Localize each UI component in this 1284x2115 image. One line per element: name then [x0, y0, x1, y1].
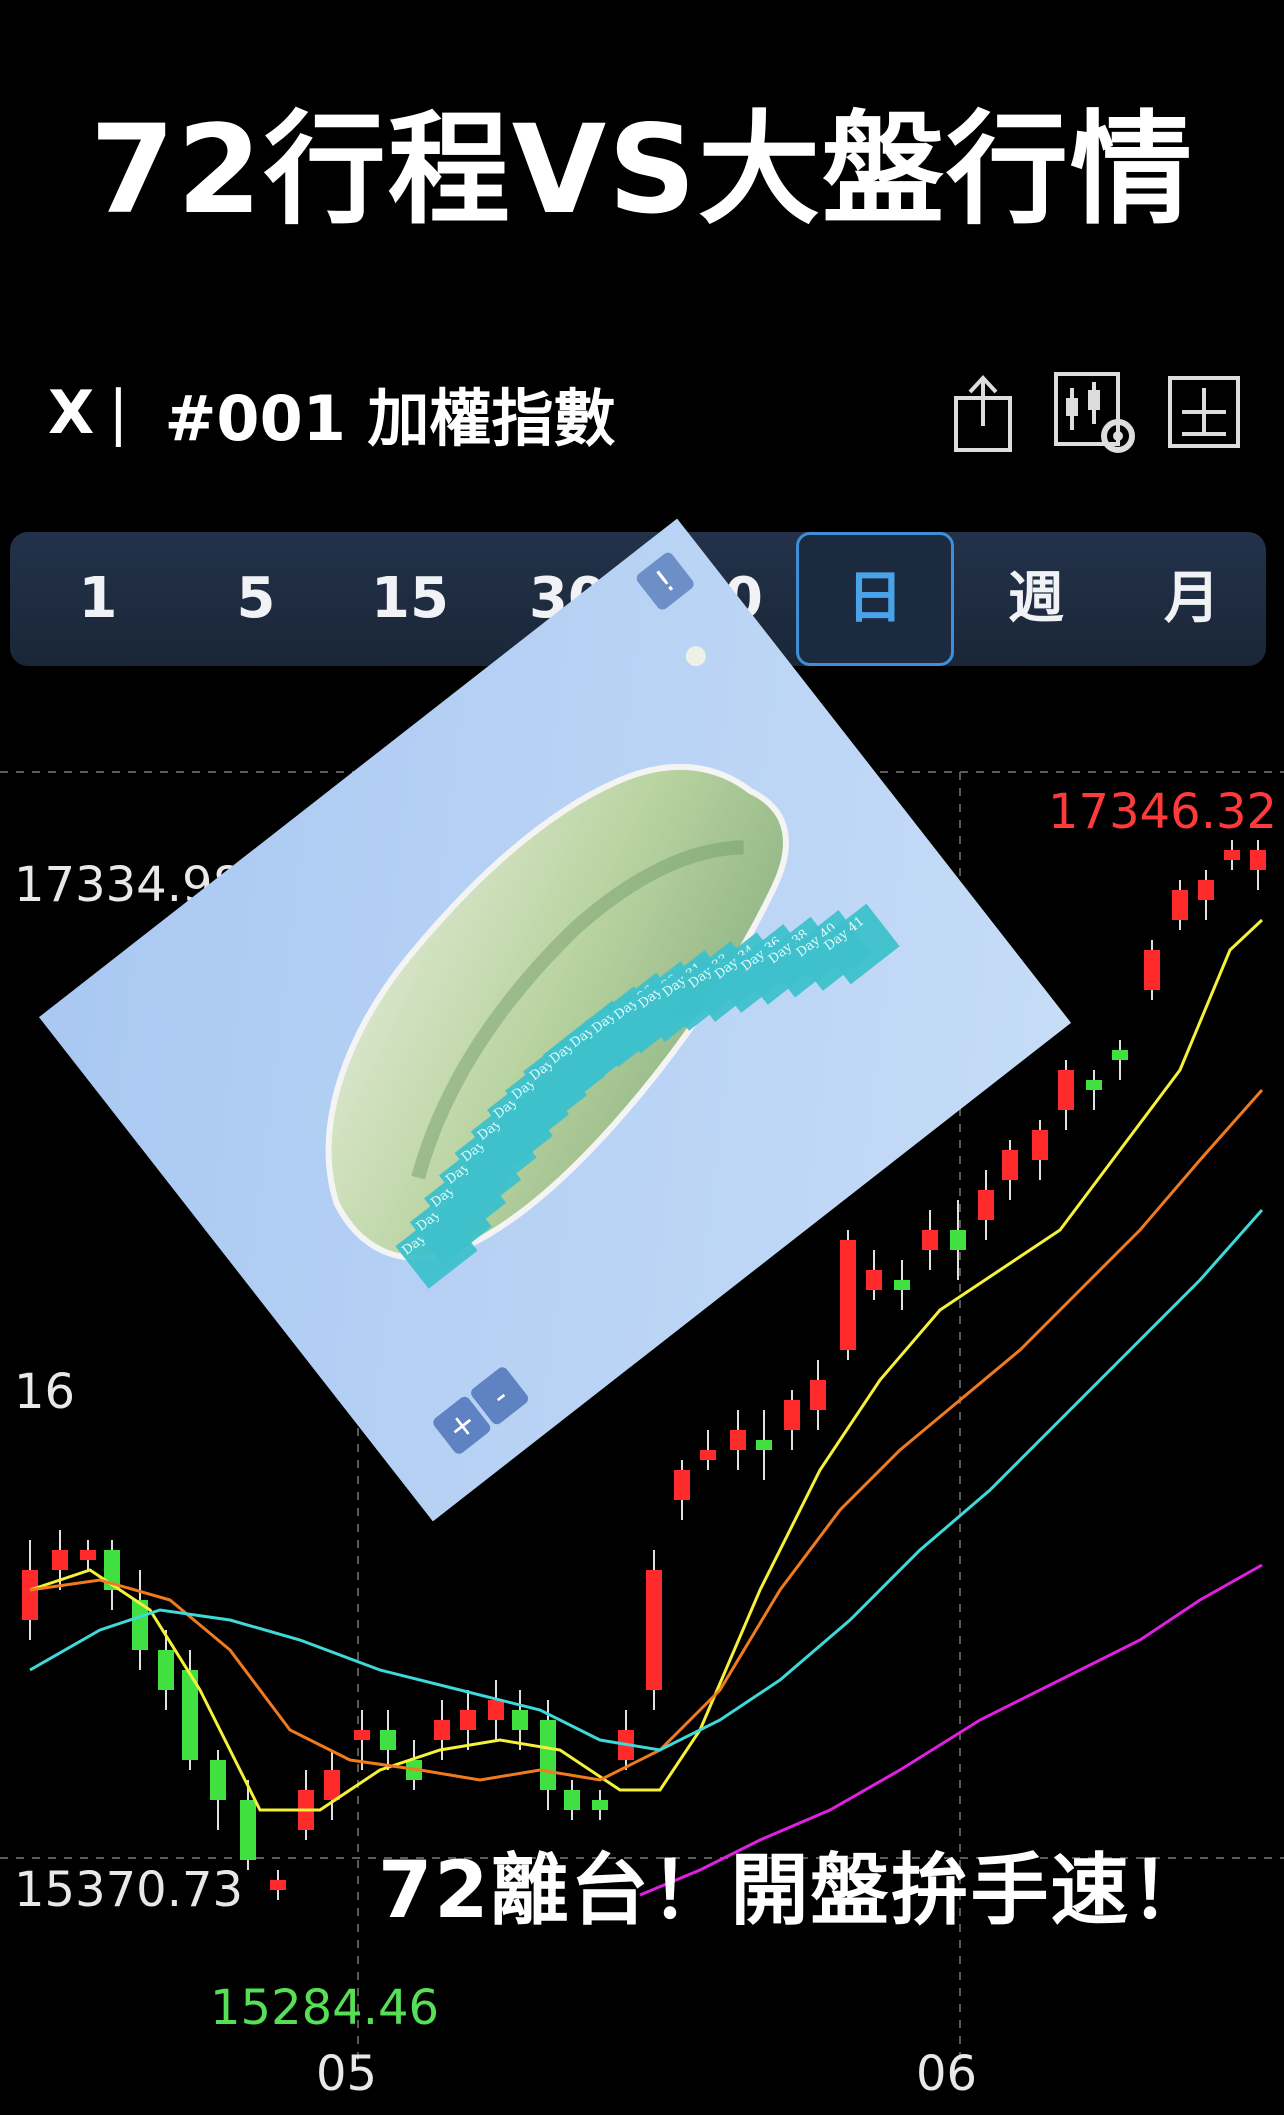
candle-body — [324, 1770, 340, 1800]
candle-body — [1172, 890, 1188, 920]
candle-body — [270, 1880, 286, 1890]
header-separator: | — [108, 378, 129, 448]
candle-body — [512, 1710, 528, 1730]
candle-body — [210, 1760, 226, 1800]
high-price-marker: 17346.32 — [1048, 784, 1278, 840]
candle-body — [434, 1720, 450, 1740]
stock-name: #001 加權指數 — [164, 382, 616, 455]
fullscreen-icon[interactable] — [1166, 368, 1242, 458]
price-level-mid: 16 — [14, 1364, 76, 1420]
x-label-06: 06 — [916, 2046, 978, 2102]
candle-body — [1224, 850, 1240, 860]
candle-body — [1058, 1070, 1074, 1110]
candle-body — [922, 1230, 938, 1250]
candle-body — [1144, 950, 1160, 990]
candle-body — [1250, 850, 1266, 870]
tab-15-min[interactable]: 15 — [332, 532, 488, 666]
candle-body — [730, 1430, 746, 1450]
candle-body — [240, 1800, 256, 1860]
price-level-lower: 15370.73 — [14, 1862, 244, 1918]
tab-5-min[interactable]: 5 — [178, 532, 334, 666]
candle-body — [158, 1650, 174, 1690]
candle-body — [894, 1280, 910, 1290]
x-label-05: 05 — [316, 2046, 378, 2102]
tab-day[interactable]: 日 — [796, 532, 954, 666]
candle-body — [354, 1730, 370, 1740]
candle-body — [1032, 1130, 1048, 1160]
candle-body — [52, 1550, 68, 1570]
chart-settings-icon[interactable] — [1052, 368, 1142, 458]
candle-body — [1002, 1150, 1018, 1180]
candle-body — [756, 1440, 772, 1450]
candle-body — [460, 1710, 476, 1730]
candle-body — [674, 1470, 690, 1500]
candle-body — [810, 1380, 826, 1410]
candle-body — [540, 1720, 556, 1790]
candle-body — [1198, 880, 1214, 900]
candle-body — [840, 1240, 856, 1350]
candle-body — [1086, 1080, 1102, 1090]
share-icon[interactable] — [948, 368, 1018, 458]
candle-body — [592, 1800, 608, 1810]
caption-text: 72離台！開盤拚手速！ — [378, 1846, 1211, 1936]
candle-body — [784, 1400, 800, 1430]
page-title: 72行程VS大盤行情 — [89, 99, 1195, 241]
candle-body — [22, 1570, 38, 1620]
candle-body — [950, 1230, 966, 1250]
tab-week[interactable]: 週 — [958, 532, 1114, 666]
stock-header: X | #001 加權指數 — [48, 368, 615, 458]
candle-body — [646, 1570, 662, 1690]
candle-body — [80, 1550, 96, 1560]
close-button[interactable]: X — [48, 378, 94, 448]
candle-body — [866, 1270, 882, 1290]
tab-1-min[interactable]: 1 — [20, 532, 176, 666]
candle-body — [1112, 1050, 1128, 1060]
candle-body — [380, 1730, 396, 1750]
candle-body — [488, 1700, 504, 1720]
candle-body — [978, 1190, 994, 1220]
low-price-marker: 15284.46 — [210, 1980, 440, 2036]
candle-body — [700, 1450, 716, 1460]
candle-body — [564, 1790, 580, 1810]
tab-month[interactable]: 月 — [1114, 532, 1270, 666]
